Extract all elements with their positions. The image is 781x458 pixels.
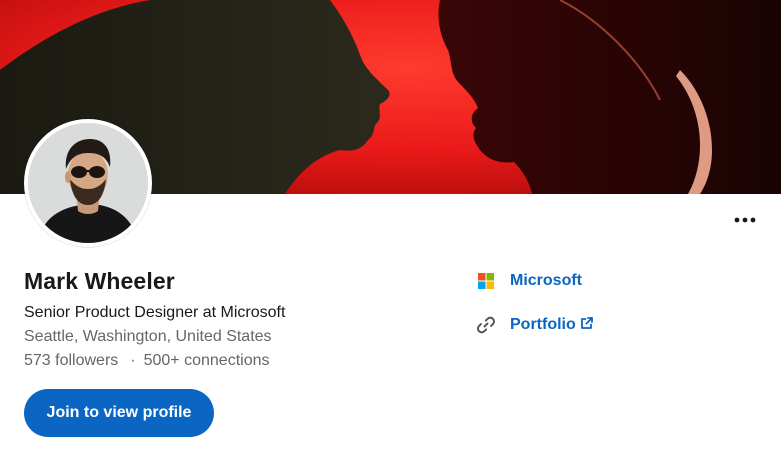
- more-options-button[interactable]: [729, 206, 761, 234]
- avatar-photo: [28, 123, 148, 243]
- company-label: Microsoft: [510, 272, 582, 289]
- microsoft-logo-icon: [476, 271, 496, 291]
- profile-name: Mark Wheeler: [24, 268, 175, 294]
- join-to-view-profile-button[interactable]: Join to view profile: [24, 389, 214, 437]
- profile-headline: Senior Product Designer at Microsoft: [24, 304, 286, 321]
- link-icon: [476, 315, 496, 335]
- portfolio-label: Portfolio: [510, 316, 576, 333]
- more-horizontal-icon: [734, 217, 756, 223]
- stats-separator: ·: [130, 352, 136, 369]
- profile-stats: 573 followers · 500+ connections: [24, 352, 269, 370]
- profile-avatar[interactable]: [24, 119, 152, 247]
- connections-count: 500+ connections: [143, 352, 270, 369]
- followers-count: 573 followers: [24, 352, 119, 369]
- current-company-link[interactable]: Microsoft: [476, 271, 582, 291]
- portfolio-link[interactable]: Portfolio: [476, 315, 594, 335]
- external-link-icon: [580, 317, 593, 329]
- profile-card: Mark Wheeler Senior Product Designer at …: [0, 0, 781, 458]
- profile-location: Seattle, Washington, United States: [24, 328, 272, 345]
